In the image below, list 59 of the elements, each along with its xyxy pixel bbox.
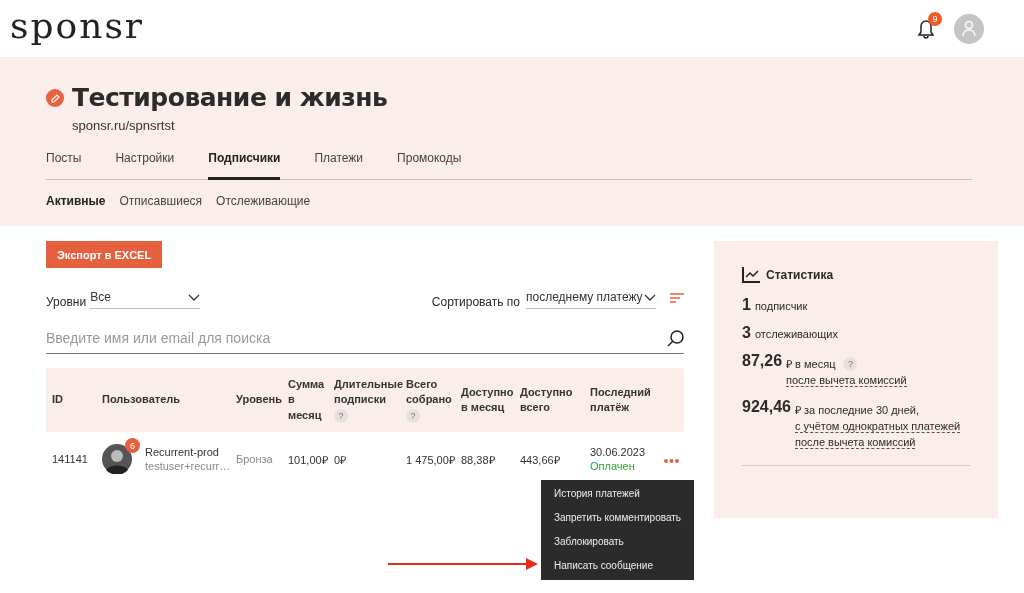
stat-label: отслеживающих (754, 328, 838, 340)
count-badge: 6 (125, 438, 140, 453)
chevron-down-icon (188, 293, 201, 301)
tab[interactable]: Промокоды (397, 145, 462, 180)
table-cell: 443,66₽ (520, 453, 560, 466)
logo[interactable]: sponsr (10, 5, 145, 46)
help-icon[interactable]: ? (406, 409, 420, 423)
subtab[interactable]: Отслеживающие (216, 194, 311, 208)
bell-icon[interactable] (916, 17, 936, 40)
user-name: Recurrent-prod (145, 446, 220, 458)
stat-label: подписчик (754, 300, 808, 312)
stat-value: 1 (742, 297, 751, 313)
edit-button[interactable] (46, 88, 64, 107)
table-cell: Бронза (236, 453, 273, 465)
payment-status: Оплачен (590, 460, 636, 472)
chart-icon (742, 267, 760, 283)
table-cell: 0₽ (334, 453, 347, 466)
menu-item[interactable]: Написать сообщение (541, 554, 695, 578)
chevron-down-icon (644, 293, 656, 301)
table-cell: 141141 (52, 453, 88, 465)
tab[interactable]: Настройки (115, 145, 175, 180)
stat-value: 3 (742, 325, 751, 341)
tab[interactable]: Платежи (314, 145, 364, 180)
search-icon[interactable] (667, 329, 684, 347)
sort-label: Сортировать по (431, 295, 520, 309)
sort-dropdown[interactable]: последнему платежу (526, 290, 656, 309)
column-header[interactable]: Всего собрано (406, 376, 455, 408)
search-field[interactable]: Введите имя или email для поиска (46, 324, 667, 352)
menu-item[interactable]: История платежей (541, 482, 695, 506)
more-icon[interactable] (664, 459, 679, 463)
help-icon[interactable]: ? (334, 409, 348, 423)
table-cell: 101,00₽ (288, 453, 328, 466)
payment-date: 30.06.2023 (590, 446, 647, 458)
help-icon[interactable]: ? (843, 356, 858, 371)
project-url: sponsr.ru/spnsrtst (72, 118, 176, 133)
person-icon (961, 20, 977, 37)
menu-item[interactable]: Запретить комментировать (541, 506, 695, 530)
subtab[interactable]: Активные (46, 194, 106, 208)
level-dropdown[interactable]: Все (90, 290, 201, 309)
info-link[interactable]: с учётом однократных платежей (794, 420, 961, 433)
stats-title: Статистика (766, 268, 834, 282)
stat-value: 87,26 (742, 353, 783, 369)
tab[interactable]: Подписчики (208, 145, 281, 180)
table-cell: 1 475,00₽ (406, 453, 455, 466)
sort-order-icon[interactable] (670, 293, 684, 303)
menu-item[interactable]: Заблокировать (541, 530, 695, 554)
project-title: Тестирование и жизнь (72, 83, 388, 112)
user-email: testuser+recurr… (145, 460, 230, 472)
notification-badge: 9 (928, 11, 942, 26)
subtab[interactable]: Отписавшиеся (119, 194, 203, 208)
avatar-icon (102, 444, 132, 474)
info-link[interactable]: после вычета комиссий (794, 436, 916, 449)
table-cell: 88,38₽ (461, 453, 495, 466)
stat-value: 924,46 (742, 399, 791, 415)
info-link[interactable]: после вычета комиссий (786, 374, 907, 387)
filter-label: Уровни (46, 295, 87, 309)
stat-label: ₽ в месяц (786, 357, 836, 371)
tab[interactable]: Посты (46, 145, 82, 180)
stat-label: ₽ за последние 30 дней, (794, 403, 919, 417)
